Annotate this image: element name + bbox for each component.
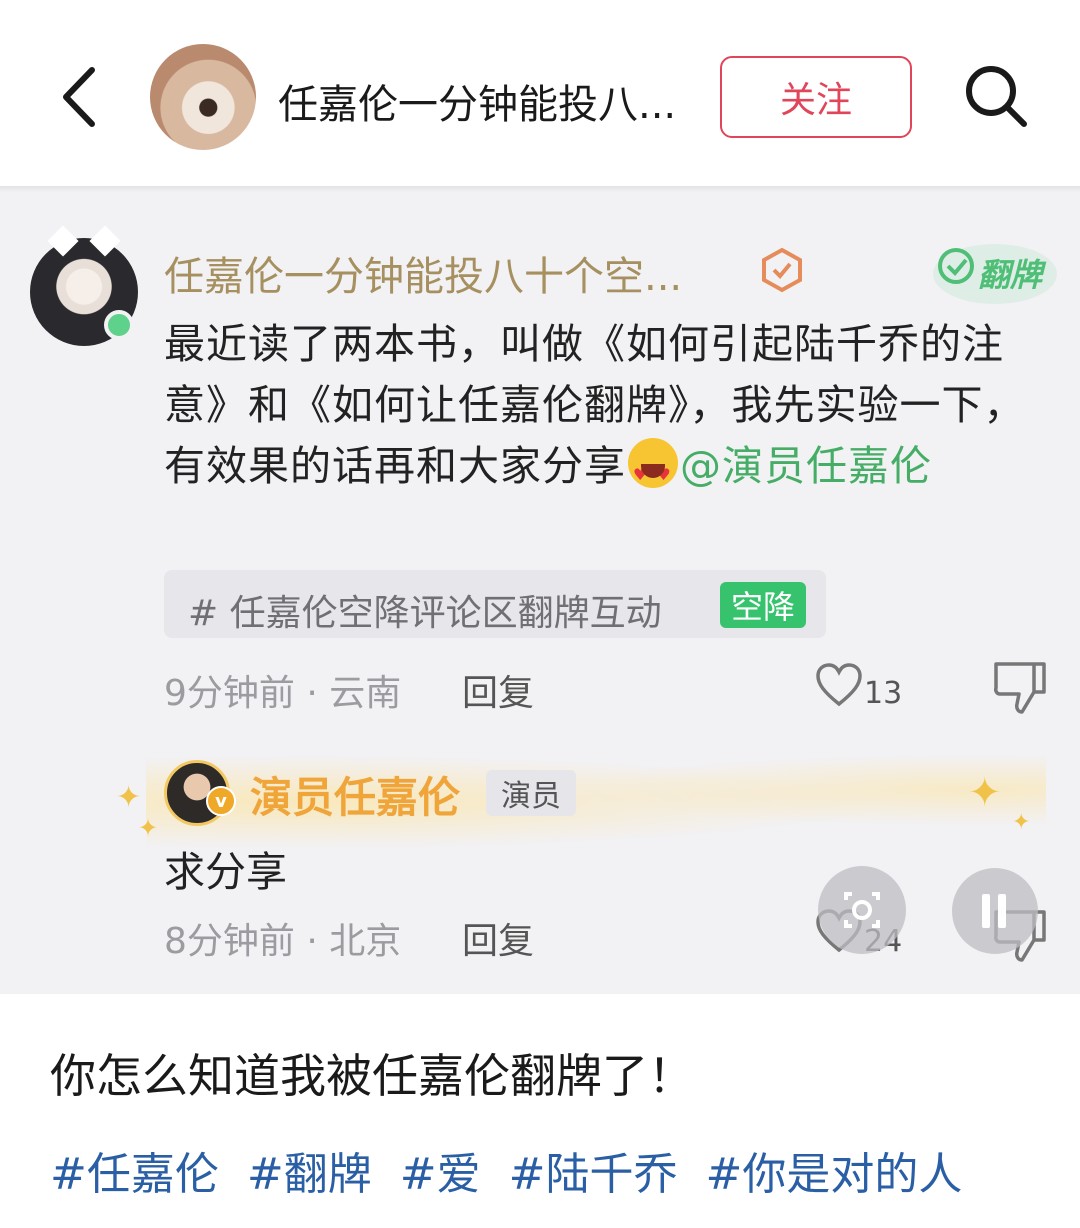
- back-button[interactable]: [52, 62, 112, 132]
- topic-tag-badge: 空降: [720, 582, 806, 628]
- commenter-name: 任嘉伦一分钟能投八十个空...: [164, 254, 683, 300]
- heart-eyes-emoji-icon: [628, 438, 678, 505]
- sparkle-icon: ✦: [968, 770, 1002, 816]
- hashtag-link[interactable]: #任嘉伦: [50, 1149, 219, 1200]
- search-icon: [966, 66, 1027, 127]
- online-status-dot: [104, 310, 134, 340]
- fan-badge-icon: [758, 246, 806, 294]
- flip-badge-label: 翻牌: [978, 256, 1043, 294]
- top-bar: 任嘉伦一分钟能投八... 关注: [0, 0, 1080, 186]
- reply-button[interactable]: 回复: [462, 664, 534, 716]
- sparkle-icon: ✦: [116, 780, 142, 815]
- author-name[interactable]: 任嘉伦一分钟能投八...: [278, 72, 676, 130]
- divider: [0, 186, 1080, 192]
- follow-button[interactable]: 关注: [720, 56, 912, 138]
- author-avatar[interactable]: [150, 44, 256, 150]
- reply-button[interactable]: 回复: [462, 912, 534, 964]
- hashtag-link[interactable]: #翻牌: [247, 1149, 372, 1200]
- verified-icon: v: [206, 786, 236, 816]
- sparkle-icon: ✦: [138, 814, 159, 842]
- role-badge: 演员: [486, 770, 576, 816]
- reply-meta: 8分钟前 · 北京: [164, 921, 402, 962]
- topic-label: # 任嘉伦空降评论区翻牌互动: [188, 593, 662, 634]
- comment-text: 最近读了两本书，叫做《如何引起陆千乔的注意》和《如何让任嘉伦翻牌》，我先实验一下…: [164, 314, 1044, 505]
- scan-icon: [844, 892, 880, 928]
- dislike-button[interactable]: [990, 658, 1050, 716]
- reply-text: 求分享: [164, 848, 287, 896]
- like-count: 13: [864, 676, 903, 711]
- hashtag-list: #任嘉伦 #翻牌 #爱 #陆千乔 #你是对的人: [50, 1138, 976, 1202]
- sparkle-icon: ✦: [1012, 810, 1031, 835]
- post-caption: 你怎么知道我被任嘉伦翻牌了！: [50, 1049, 694, 1103]
- mention-link[interactable]: @演员任嘉伦: [680, 442, 932, 490]
- thumbs-down-icon: [994, 662, 1046, 714]
- replier-name: 演员任嘉伦: [250, 773, 461, 822]
- search-button[interactable]: [958, 58, 1034, 134]
- hashtag-link[interactable]: #爱: [400, 1149, 481, 1200]
- heart-icon: [816, 663, 862, 707]
- hashtag-link[interactable]: #你是对的人: [706, 1149, 963, 1200]
- hashtag-link[interactable]: #陆千乔: [509, 1149, 678, 1200]
- chevron-left-icon: [63, 67, 95, 127]
- comment-meta: 9分钟前 · 云南: [164, 673, 402, 714]
- like-button[interactable]: [814, 660, 864, 710]
- pause-button[interactable]: [952, 868, 1038, 954]
- image-search-button[interactable]: [818, 866, 906, 954]
